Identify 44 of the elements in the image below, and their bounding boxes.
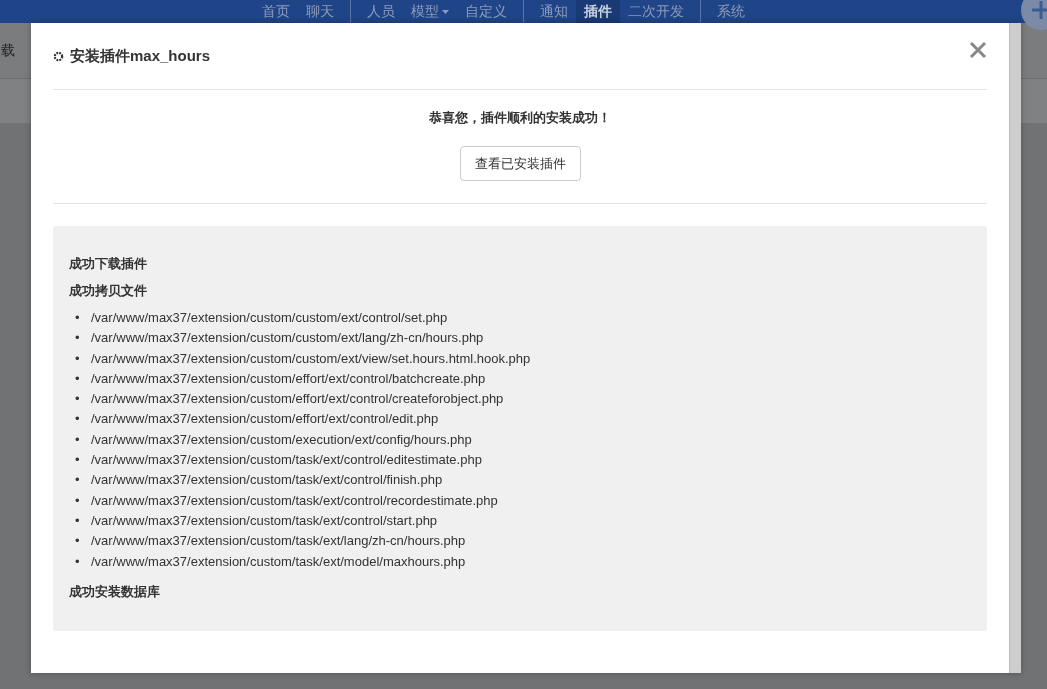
nav-tab[interactable]: 二次开发: [620, 0, 692, 24]
file-path: /var/www/max37/extension/custom/task/ext/model/maxhours.php: [91, 552, 466, 571]
bullet-marker: •: [75, 390, 81, 409]
file-path: /var/www/max37/extension/custom/custom/ext/lang/zh-cn/hours.php: [91, 329, 484, 348]
file-path: /var/www/max37/extension/custom/task/ext/lang/zh-cn/hours.php: [91, 532, 466, 551]
bullet-marker: •: [75, 451, 81, 470]
nav-tab[interactable]: 自定义: [457, 0, 515, 24]
nav-tab[interactable]: 模型: [403, 0, 457, 24]
nav-tab[interactable]: 系统: [709, 0, 753, 24]
close-button[interactable]: [967, 39, 989, 61]
bullet-marker: •: [75, 349, 81, 368]
bullet-marker: •: [75, 552, 81, 571]
file-path: /var/www/max37/extension/custom/effort/ext/control/edit.php: [91, 410, 439, 429]
bullet-marker: •: [75, 329, 81, 348]
scrollbar[interactable]: [1009, 23, 1021, 673]
nav-tab[interactable]: 人员: [359, 0, 403, 24]
file-path: /var/www/max37/extension/custom/task/ext/control/start.php: [91, 511, 438, 530]
file-path: /var/www/max37/extension/custom/custom/ext/view/set.hours.html.hook.php: [91, 349, 531, 368]
nav-tab[interactable]: 聊天: [298, 0, 342, 24]
bullet-marker: •: [75, 410, 81, 429]
bullet-marker: •: [75, 511, 81, 530]
dialog-title: 安装插件max_hours: [70, 46, 211, 66]
file-path: /var/www/max37/extension/custom/task/ext/control/editestimate.php: [91, 451, 482, 470]
file-path: /var/www/max37/extension/custom/effort/ext/control/batchcreate.php: [91, 369, 486, 388]
log-heading: 成功拷贝文件: [69, 282, 148, 300]
log-heading: 成功下载插件: [69, 255, 148, 273]
file-path: /var/www/max37/extension/custom/execution/ext/config/hours.php: [91, 430, 472, 449]
nav-tab[interactable]: 首页: [254, 0, 298, 24]
bullet-marker: •: [75, 309, 81, 327]
bullet-marker: •: [75, 369, 81, 388]
view-installed-button[interactable]: 查看已安装插件: [459, 146, 581, 181]
page-text: 载: [1, 41, 15, 60]
bullet-marker: •: [75, 430, 81, 449]
success-message: 恭喜您，插件顺利的安装成功！: [429, 109, 611, 127]
file-path: /var/www/max37/extension/custom/effort/ext/control/createforobject.php: [91, 390, 504, 409]
file-path: /var/www/max37/extension/custom/task/ext/control/recordestimate.php: [91, 491, 498, 510]
nav-tab[interactable]: 插件: [576, 0, 620, 24]
file-path: /var/www/max37/extension/custom/task/ext/control/finish.php: [91, 471, 443, 490]
bullet-marker: •: [75, 491, 81, 510]
file-path: /var/www/max37/extension/custom/custom/ext/control/set.php: [91, 309, 448, 327]
bullet-marker: •: [75, 532, 81, 551]
bullet-marker: •: [75, 471, 81, 490]
nav-tab[interactable]: 通知: [532, 0, 576, 24]
log-heading: 成功安装数据库: [69, 582, 161, 601]
